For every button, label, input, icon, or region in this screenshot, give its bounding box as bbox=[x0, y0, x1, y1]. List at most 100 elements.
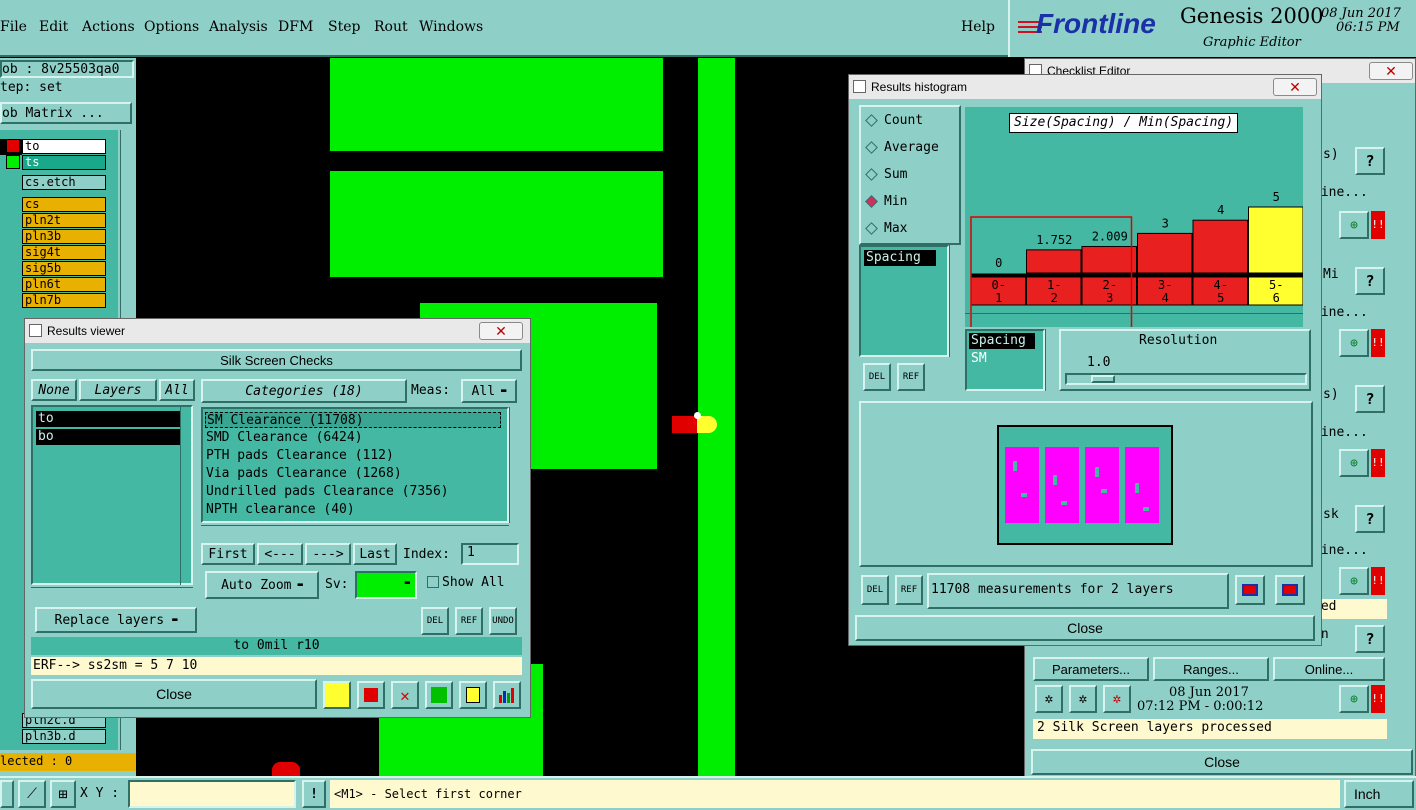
warning-icon[interactable]: !! bbox=[1371, 685, 1385, 713]
option-average[interactable]: Average bbox=[865, 140, 939, 155]
help-question-icon[interactable]: ? bbox=[1355, 267, 1385, 295]
close-icon[interactable]: ✕ bbox=[1273, 78, 1317, 96]
layer-color-swatch[interactable] bbox=[6, 155, 20, 169]
histogram-close-button[interactable]: Close bbox=[855, 615, 1315, 641]
layer-row-pln7b[interactable]: pln7b bbox=[22, 293, 106, 308]
xy-input[interactable] bbox=[128, 780, 296, 808]
prev-button[interactable]: <--- bbox=[257, 543, 303, 565]
number-icon[interactable] bbox=[425, 681, 453, 709]
option-count[interactable]: Count bbox=[865, 113, 923, 128]
measure-list-2-item[interactable]: Spacing bbox=[969, 333, 1035, 349]
show-all-checkbox[interactable] bbox=[427, 576, 439, 588]
zoom-icon[interactable]: ⊕ bbox=[1339, 685, 1369, 713]
category-item[interactable]: SMD Clearance (6424) bbox=[206, 430, 363, 445]
menu-help[interactable]: Help bbox=[961, 19, 995, 35]
layer-row-pln2t[interactable]: pln2t bbox=[22, 213, 106, 228]
ranges-button[interactable]: Ranges... bbox=[1153, 657, 1269, 681]
units-select[interactable]: Inch bbox=[1344, 780, 1414, 808]
option-sum[interactable]: Sum bbox=[865, 167, 907, 182]
zoom-icon[interactable]: ⊕ bbox=[1339, 211, 1369, 239]
warning-icon[interactable]: !! bbox=[1371, 211, 1385, 239]
layer-list-hscrollbar[interactable] bbox=[31, 587, 193, 599]
warning-icon[interactable]: !! bbox=[1371, 329, 1385, 357]
menu-windows[interactable]: Windows bbox=[419, 19, 483, 35]
menu-analysis[interactable]: Analysis bbox=[209, 19, 268, 35]
zoom-window-icon[interactable] bbox=[1275, 575, 1305, 605]
preview-thumbnail[interactable] bbox=[997, 425, 1173, 545]
violation-marker[interactable] bbox=[672, 416, 698, 433]
zoom-icon[interactable]: ⊕ bbox=[1339, 567, 1369, 595]
help-question-icon[interactable]: ? bbox=[1355, 625, 1385, 653]
layer-color-swatch[interactable] bbox=[6, 139, 20, 153]
none-button[interactable]: None bbox=[31, 379, 77, 401]
run-check-icon[interactable]: ✲ bbox=[1103, 685, 1131, 713]
layer-row-sig5b[interactable]: sig5b bbox=[22, 261, 106, 276]
menu-file[interactable]: File bbox=[0, 19, 27, 35]
next-button[interactable]: ---> bbox=[305, 543, 351, 565]
highlight-icon[interactable] bbox=[323, 681, 351, 709]
job-matrix-button[interactable]: ob Matrix ... bbox=[0, 102, 132, 124]
measure-list-2-item[interactable]: SM bbox=[971, 351, 987, 366]
histogram-ref-button[interactable]: REF bbox=[897, 363, 925, 391]
layer-row-pln3b-d[interactable]: pln3b.d bbox=[22, 729, 106, 744]
first-button[interactable]: First bbox=[201, 543, 255, 565]
measure-list-2[interactable]: Spacing SM bbox=[965, 329, 1045, 391]
layers-button[interactable]: Layers bbox=[79, 379, 157, 401]
category-item[interactable]: PTH pads Clearance (112) bbox=[206, 448, 394, 463]
measure-list-2-scrollbar[interactable] bbox=[1045, 329, 1057, 391]
warning-icon[interactable]: !! bbox=[1371, 449, 1385, 477]
layer-row-cs-etch[interactable]: cs.etch bbox=[22, 175, 106, 190]
category-item[interactable]: Via pads Clearance (1268) bbox=[206, 466, 402, 481]
replace-layers-select[interactable]: Replace layers ▬ bbox=[35, 607, 197, 633]
report-icon[interactable] bbox=[459, 681, 487, 709]
measure-list-scrollbar[interactable] bbox=[949, 245, 961, 357]
resolution-slider[interactable] bbox=[1065, 373, 1307, 385]
menu-edit[interactable]: Edit bbox=[39, 19, 68, 35]
checklist-close-button[interactable]: Close bbox=[1031, 749, 1413, 775]
menu-options[interactable]: Options bbox=[144, 19, 199, 35]
online-button[interactable]: Online... bbox=[1273, 657, 1385, 681]
result-layer-item[interactable]: bo bbox=[36, 429, 180, 445]
close-icon[interactable]: ✕ bbox=[1369, 62, 1413, 80]
resolution-slider-thumb[interactable] bbox=[1091, 375, 1115, 383]
grid-snap-icon[interactable]: ⊞ bbox=[50, 780, 76, 808]
zoom-icon[interactable]: ⊕ bbox=[1339, 449, 1369, 477]
meas-select[interactable]: All ▬ bbox=[461, 379, 517, 403]
category-item[interactable]: NPTH clearance (40) bbox=[206, 502, 355, 517]
last-button[interactable]: Last bbox=[353, 543, 397, 565]
histogram-bar[interactable] bbox=[1137, 232, 1193, 274]
results-viewer-close-button[interactable]: Close bbox=[31, 679, 317, 709]
histogram-chart[interactable]: 00-11.7521-22.0092-333-444-555-6 bbox=[965, 107, 1303, 327]
alert-icon[interactable]: ! bbox=[302, 780, 326, 808]
measure-list-item[interactable]: Spacing bbox=[864, 250, 936, 266]
measure-tool-icon[interactable]: ⟋ bbox=[18, 780, 46, 808]
option-min[interactable]: Min bbox=[865, 194, 907, 209]
summary-del-button[interactable]: DEL bbox=[861, 575, 889, 605]
severity-select[interactable]: ▬ bbox=[355, 571, 417, 599]
histogram-bar[interactable] bbox=[1248, 206, 1304, 274]
result-layer-item[interactable]: to bbox=[36, 411, 180, 427]
categories-button[interactable]: Categories (18) bbox=[201, 379, 407, 403]
zoom-icon[interactable]: ⊕ bbox=[1339, 329, 1369, 357]
run-check-icon[interactable]: ✲ bbox=[1035, 685, 1063, 713]
histogram-bar[interactable] bbox=[1081, 245, 1137, 274]
category-item[interactable]: Undrilled pads Clearance (7356) bbox=[206, 484, 449, 499]
layer-row-pln3b[interactable]: pln3b bbox=[22, 229, 106, 244]
histogram-titlebar[interactable]: Results histogram ✕ bbox=[849, 75, 1321, 99]
layer-list-scrollbar[interactable] bbox=[180, 405, 194, 585]
parameters-button[interactable]: Parameters... bbox=[1033, 657, 1149, 681]
run-check-icon[interactable]: ✲ bbox=[1069, 685, 1097, 713]
category-item-selected[interactable]: SM Clearance (11708) bbox=[205, 412, 501, 428]
option-max[interactable]: Max bbox=[865, 221, 907, 236]
all-layers-button[interactable]: All bbox=[159, 379, 195, 401]
menu-step[interactable]: Step bbox=[328, 19, 360, 35]
histogram-bar[interactable] bbox=[1026, 249, 1082, 274]
close-icon[interactable]: ✕ bbox=[479, 322, 523, 340]
index-input[interactable]: 1 bbox=[461, 543, 519, 565]
layer-row-pln6t[interactable]: pln6t bbox=[22, 277, 106, 292]
menu-actions[interactable]: Actions bbox=[82, 19, 135, 35]
del-button[interactable]: DEL bbox=[421, 607, 449, 635]
zoom-select-icon[interactable] bbox=[1235, 575, 1265, 605]
help-question-icon[interactable]: ? bbox=[1355, 147, 1385, 175]
results-layer-list[interactable]: to bo bbox=[31, 405, 193, 585]
